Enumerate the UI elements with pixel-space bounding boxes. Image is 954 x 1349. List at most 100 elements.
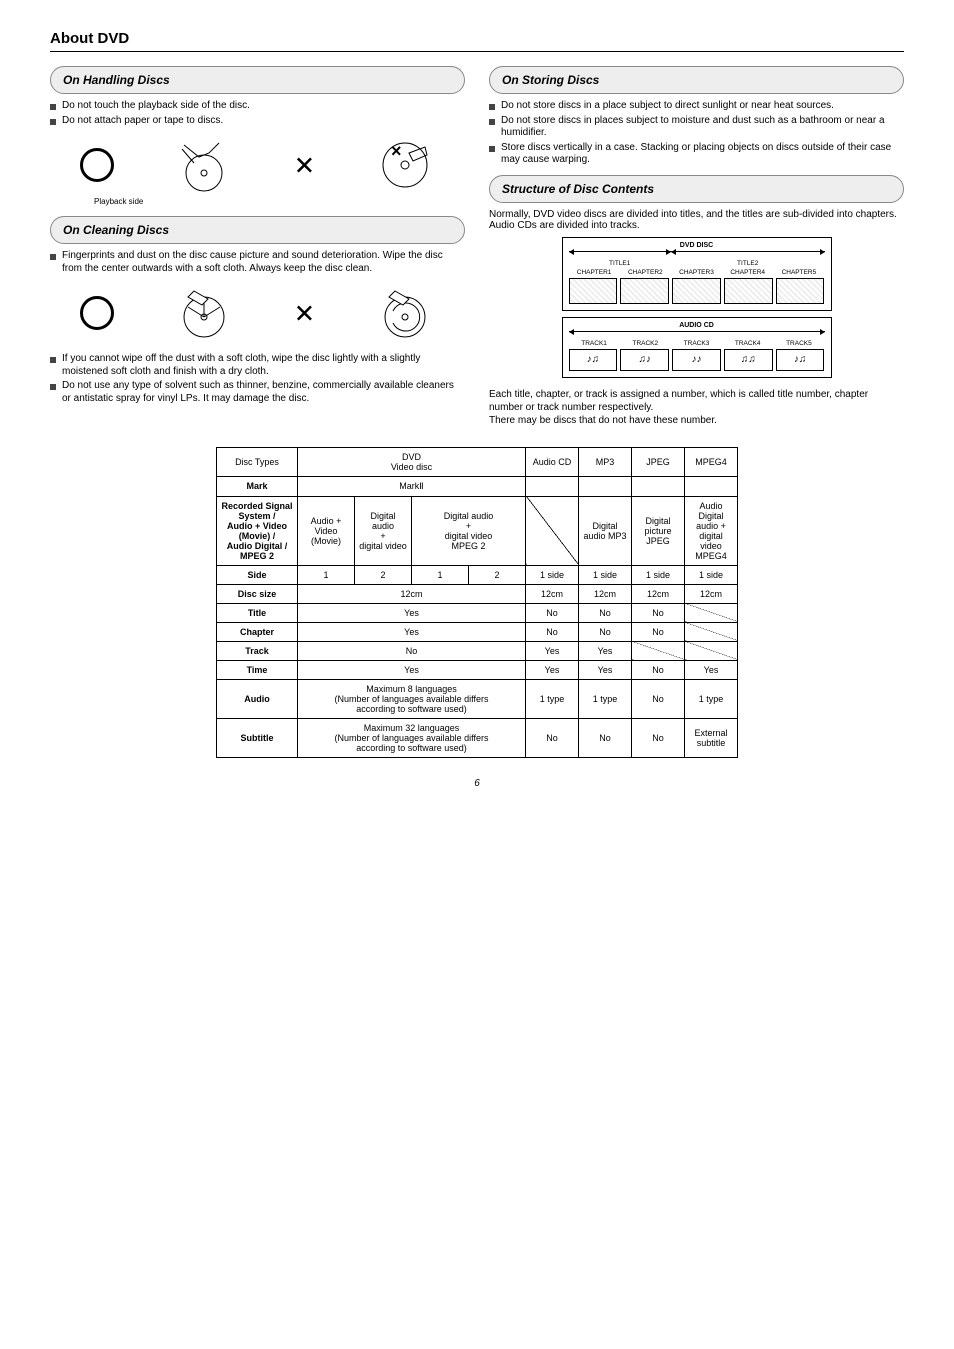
- table-cell: Digital audio + digital video MPEG 2: [412, 496, 526, 565]
- title-label: TITLE2: [671, 260, 825, 267]
- bullet-square: [50, 119, 56, 125]
- chapter-label: CHAPTER2: [620, 269, 671, 276]
- structure-intro: Normally, DVD video discs are divided in…: [489, 209, 904, 231]
- bullet-text: Fingerprints and dust on the disc cause …: [62, 250, 465, 275]
- bullet-text: Do not attach paper or tape to discs.: [62, 115, 223, 128]
- table-cell: Digital picture JPEG: [632, 496, 685, 565]
- table-cell: No: [632, 718, 685, 757]
- table-cell: [526, 476, 579, 496]
- row-header: Track: [217, 641, 298, 660]
- table-cell-slash: [632, 641, 685, 660]
- box-heading-storing: On Storing Discs: [489, 66, 904, 94]
- table-cell: 12cm: [579, 584, 632, 603]
- track-label: TRACK3: [671, 340, 722, 347]
- title-label: TITLE1: [569, 260, 671, 267]
- table-cell: Maximum 32 languages (Number of language…: [298, 718, 526, 757]
- table-cell: No: [579, 718, 632, 757]
- table-cell-slash: [526, 496, 579, 565]
- table-cell: 1 type: [526, 679, 579, 718]
- table-cell: 1: [412, 565, 469, 584]
- table-cell: Yes: [298, 603, 526, 622]
- ok-mark-icon: [80, 148, 114, 182]
- table-cell: Maximum 8 languages (Number of languages…: [298, 679, 526, 718]
- bullet-square: [489, 119, 495, 125]
- table-cell: Yes: [526, 641, 579, 660]
- table-header: Disc Types: [217, 447, 298, 476]
- table-cell: Audio + Video (Movie): [298, 496, 355, 565]
- bullet-text: If you cannot wipe off the dust with a s…: [62, 353, 465, 378]
- bullet-square: [50, 384, 56, 390]
- table-cell: No: [526, 622, 579, 641]
- table-cell: Yes: [298, 622, 526, 641]
- table-cell: 1 type: [685, 679, 738, 718]
- table-cell: External subtitle: [685, 718, 738, 757]
- table-cell: Yes: [579, 660, 632, 679]
- table-cell: Audio Digital audio + digital video MPEG…: [685, 496, 738, 565]
- bullet-square: [50, 104, 56, 110]
- row-header: Recorded Signal System / Audio + Video (…: [217, 496, 298, 565]
- table-cell-slash: [685, 603, 738, 622]
- table-cell: No: [632, 679, 685, 718]
- row-header: Chapter: [217, 622, 298, 641]
- table-cell-slash: [685, 622, 738, 641]
- box-heading-handling: On Handling Discs: [50, 66, 465, 94]
- bullet-text: Store discs vertically in a case. Stacki…: [501, 142, 904, 167]
- bullet-square: [50, 254, 56, 260]
- diagram-label: DVD DISC: [569, 242, 825, 249]
- chapter-label: CHAPTER5: [773, 269, 824, 276]
- wipe-radial-icon: [174, 283, 234, 343]
- bullet-text: Do not touch the playback side of the di…: [62, 100, 250, 113]
- row-header: Audio: [217, 679, 298, 718]
- ng-mark-icon: ×: [294, 144, 315, 186]
- box-heading-cleaning: On Cleaning Discs: [50, 216, 465, 244]
- track-label: TRACK2: [620, 340, 671, 347]
- table-cell: 2: [469, 565, 526, 584]
- table-cell: Yes: [579, 641, 632, 660]
- table-cell: No: [632, 603, 685, 622]
- table-cell: No: [526, 603, 579, 622]
- table-cell: 12cm: [632, 584, 685, 603]
- table-cell-slash: [685, 641, 738, 660]
- table-cell: No: [526, 718, 579, 757]
- table-cell: 12cm: [685, 584, 738, 603]
- bullet-text: Do not use any type of solvent such as t…: [62, 380, 465, 405]
- hand-disc-icon: [174, 135, 234, 195]
- table-cell: Yes: [298, 660, 526, 679]
- bullet-square: [489, 146, 495, 152]
- row-header: Disc size: [217, 584, 298, 603]
- table-cell: [579, 476, 632, 496]
- table-cell: No: [579, 622, 632, 641]
- table-cell: Yes: [526, 660, 579, 679]
- table-cell: Digital audio MP3: [579, 496, 632, 565]
- chapter-label: CHAPTER4: [722, 269, 773, 276]
- disc-tape-icon: ×: [375, 135, 435, 195]
- table-cell: 1 side: [526, 565, 579, 584]
- chapter-label: CHAPTER3: [671, 269, 722, 276]
- row-header: Side: [217, 565, 298, 584]
- bullet-text: Do not store discs in a place subject to…: [501, 100, 834, 113]
- table-cell: 12cm: [298, 584, 526, 603]
- structure-caption: Each title, chapter, or track is assigne…: [489, 388, 904, 427]
- bullet-square: [50, 357, 56, 363]
- table-header: DVD Video disc: [298, 447, 526, 476]
- table-cell: 2: [355, 565, 412, 584]
- ng-mark-icon: ×: [294, 292, 315, 334]
- table-cell: 1 side: [632, 565, 685, 584]
- table-cell: MarkⅡ: [298, 476, 526, 496]
- playback-side-label: Playback side: [94, 197, 465, 206]
- section-title: About DVD: [50, 30, 904, 47]
- table-cell: 1 type: [579, 679, 632, 718]
- horizontal-rule: [50, 51, 904, 52]
- row-header: Time: [217, 660, 298, 679]
- table-cell: Digital audio + digital video: [355, 496, 412, 565]
- bullet-text: Do not store discs in places subject to …: [501, 115, 904, 140]
- page-number: 6: [50, 778, 904, 789]
- chapter-label: CHAPTER1: [569, 269, 620, 276]
- table-cell: 1 side: [685, 565, 738, 584]
- table-header: MPEG4: [685, 447, 738, 476]
- box-heading-structure: Structure of Disc Contents: [489, 175, 904, 203]
- track-label: TRACK5: [773, 340, 824, 347]
- table-cell: No: [632, 622, 685, 641]
- wipe-circular-icon: [375, 283, 435, 343]
- row-header: Mark: [217, 476, 298, 496]
